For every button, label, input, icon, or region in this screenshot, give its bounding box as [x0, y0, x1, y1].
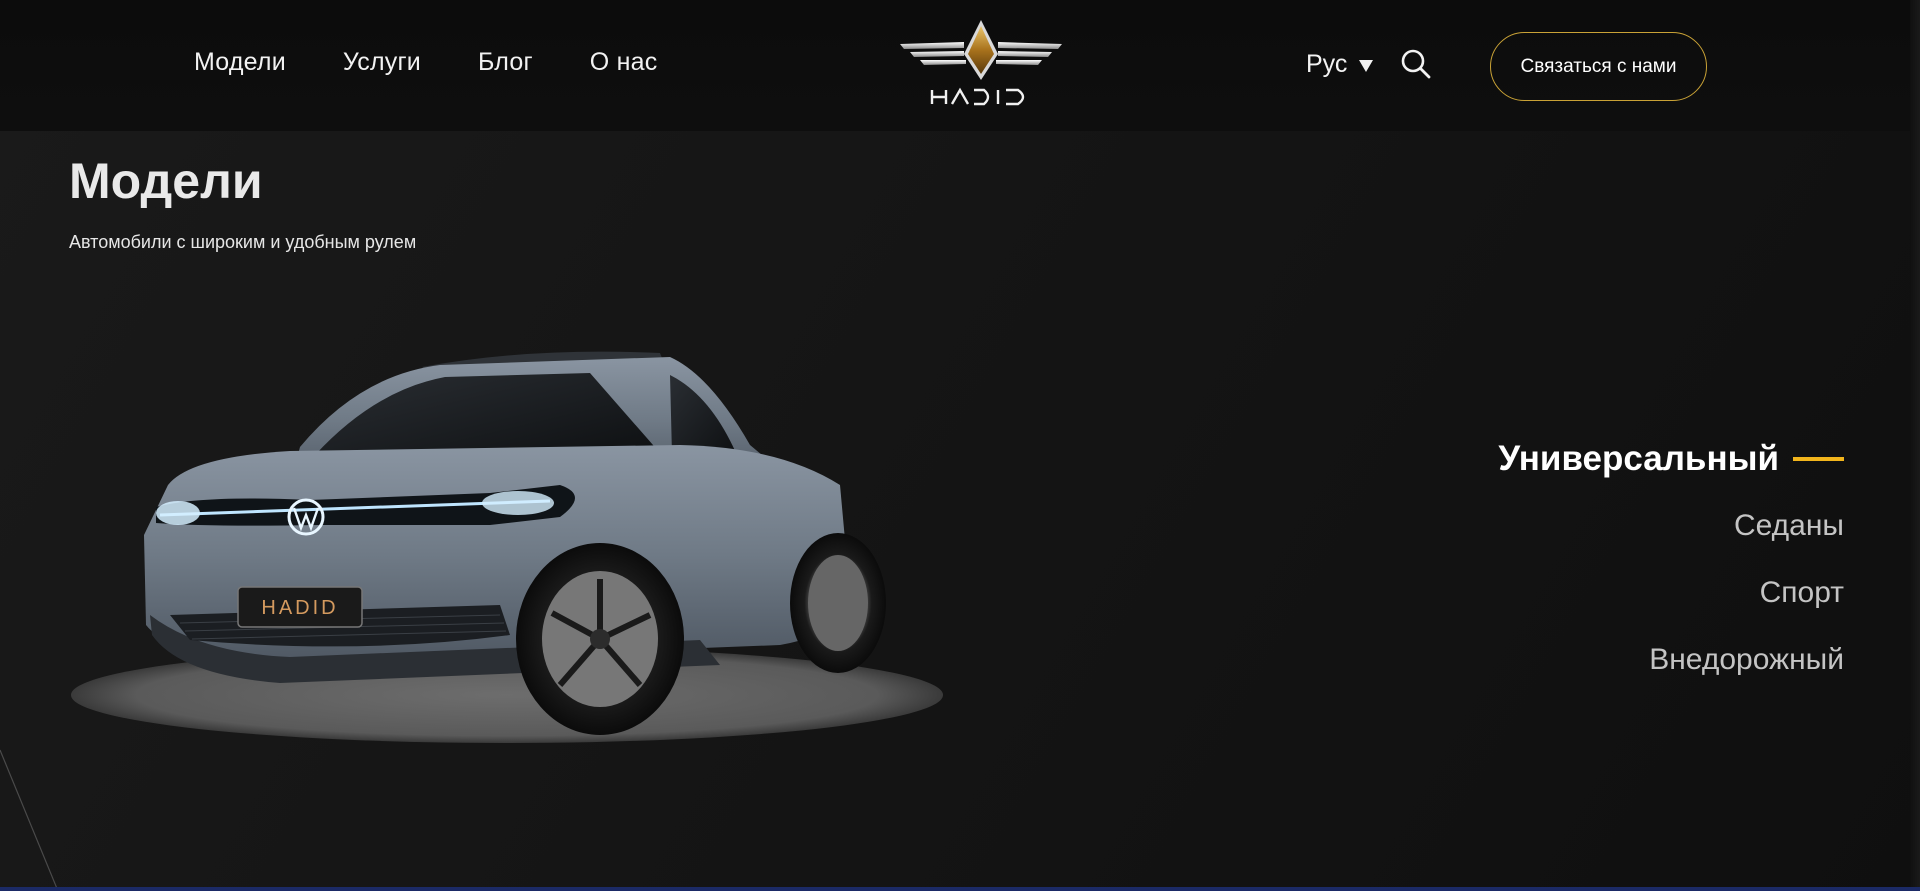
- category-list: Универсальный Седаны Спорт Внедорожный: [1498, 425, 1844, 693]
- license-plate: HADID: [261, 597, 338, 619]
- main-nav: Модели Услуги Блог О нас: [194, 48, 714, 77]
- car-image: HADID: [60, 335, 960, 755]
- page-title: Модели: [69, 153, 263, 209]
- search-icon[interactable]: [1400, 48, 1432, 80]
- language-label: Рус: [1306, 50, 1348, 78]
- nav-item-services[interactable]: Услуги: [343, 48, 421, 77]
- category-sedans[interactable]: Седаны: [1498, 492, 1844, 559]
- page-edge: [1910, 0, 1920, 891]
- page-subtitle: Автомобили с широким и удобным рулем: [69, 232, 417, 252]
- page: Модели Услуги Блог О нас Рус Связаться с…: [0, 0, 1920, 891]
- nav-item-blog[interactable]: Блог: [478, 48, 533, 77]
- logo-wings-icon: [900, 20, 1062, 106]
- decorative-line: [0, 749, 59, 891]
- category-label: Универсальный: [1498, 438, 1779, 478]
- category-offroad[interactable]: Внедорожный: [1498, 626, 1844, 693]
- contact-us-button[interactable]: Связаться с нами: [1490, 32, 1707, 101]
- nav-item-models[interactable]: Модели: [194, 48, 286, 77]
- language-selector[interactable]: Рус: [1306, 50, 1374, 79]
- category-universal[interactable]: Универсальный: [1498, 425, 1844, 492]
- site-header: Модели Услуги Блог О нас Рус Связаться с…: [0, 0, 1920, 131]
- active-indicator: [1793, 456, 1844, 461]
- category-label: Внедорожный: [1649, 642, 1844, 676]
- category-label: Спорт: [1759, 575, 1844, 609]
- category-sport[interactable]: Спорт: [1498, 559, 1844, 626]
- bottom-accent-bar: [0, 887, 1920, 891]
- chevron-down-icon: [1359, 59, 1374, 72]
- category-label: Седаны: [1733, 508, 1844, 542]
- brand-logo[interactable]: [898, 18, 1064, 114]
- nav-item-about[interactable]: О нас: [590, 48, 658, 77]
